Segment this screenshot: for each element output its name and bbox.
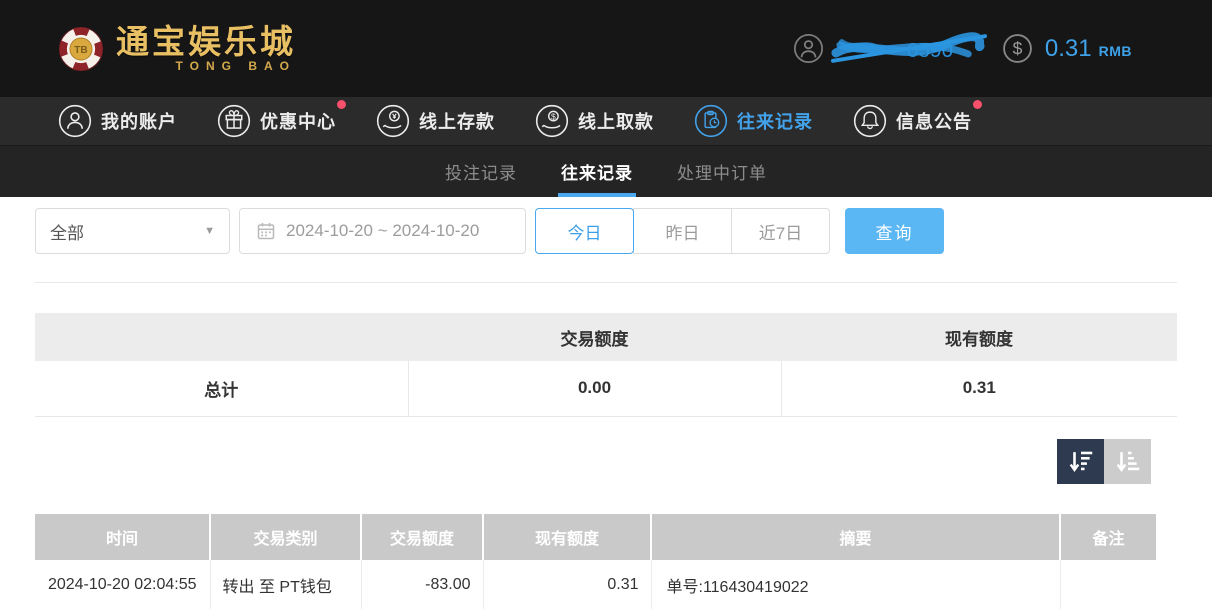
notification-dot bbox=[973, 100, 982, 109]
deposit-icon bbox=[376, 104, 410, 138]
bell-icon bbox=[853, 104, 887, 138]
svg-text:$: $ bbox=[551, 111, 556, 121]
table-row: 2024-10-20 02:04:55 转出 至 PT钱包 -83.00 0.3… bbox=[35, 559, 1156, 609]
balance-amount: 0.31 bbox=[1044, 34, 1092, 62]
records-header-summary: 摘要 bbox=[651, 513, 1061, 560]
balance-display[interactable]: 0.31 RMB bbox=[1045, 35, 1132, 63]
records-table: 时间 交易类别 交易额度 现有额度 摘要 备注 2024-10-20 02:04… bbox=[35, 513, 1156, 609]
record-time: 2024-10-20 02:04:55 bbox=[35, 559, 211, 609]
svg-text:$: $ bbox=[1013, 39, 1023, 59]
quick-date-buttons: 今日 昨日 近7日 bbox=[535, 208, 830, 254]
records-header-row: 时间 交易类别 交易额度 现有额度 摘要 备注 bbox=[35, 513, 1156, 560]
sort-descending-button[interactable] bbox=[1057, 438, 1104, 484]
logo-text: 通宝娱乐城 TONG BAO bbox=[116, 25, 296, 72]
account-area: 0590 $ 0.31 RMB bbox=[793, 30, 1132, 68]
notification-dot bbox=[337, 100, 346, 109]
main-nav: 我的账户 优惠中心 线上存款 $ 线上取款 往来记录 信息公告 bbox=[0, 97, 1212, 146]
records-icon bbox=[694, 104, 728, 138]
balance-currency: RMB bbox=[1098, 42, 1132, 59]
records-header-amount: 交易额度 bbox=[361, 513, 484, 560]
site-subtitle: TONG BAO bbox=[175, 59, 296, 73]
content: 全部 ▼ 2024-10-20 ~ 2024-10-20 今日 昨日 近7日 查… bbox=[0, 197, 1212, 609]
calendar-icon bbox=[257, 223, 275, 240]
sort-controls bbox=[35, 438, 1177, 484]
balance-coin-icon: $ bbox=[1003, 34, 1032, 63]
filter-bar: 全部 ▼ 2024-10-20 ~ 2024-10-20 今日 昨日 近7日 查… bbox=[35, 208, 1177, 254]
summary-header-amount: 交易额度 bbox=[408, 313, 781, 361]
sort-descending-icon bbox=[1069, 451, 1092, 473]
summary-total-amount: 0.00 bbox=[408, 361, 782, 417]
summary-header-row: 交易额度 现有额度 bbox=[35, 313, 1177, 361]
tab-transaction-records[interactable]: 往来记录 bbox=[558, 146, 636, 197]
nav-item-promotions[interactable]: 优惠中心 bbox=[217, 100, 346, 138]
query-button[interactable]: 查询 bbox=[845, 208, 944, 254]
nav-item-announcements[interactable]: 信息公告 bbox=[853, 100, 982, 138]
summary-total-label: 总计 bbox=[35, 361, 409, 417]
nav-item-my-account[interactable]: 我的账户 bbox=[58, 104, 177, 138]
record-remark bbox=[1060, 559, 1156, 609]
nav-item-withdraw[interactable]: $ 线上取款 bbox=[535, 104, 654, 138]
record-summary: 单号:116430419022 bbox=[651, 559, 1061, 609]
summary-total-balance: 0.31 bbox=[781, 361, 1177, 417]
svg-text:TB: TB bbox=[74, 44, 87, 55]
sort-ascending-icon bbox=[1116, 451, 1139, 473]
tab-betting-records[interactable]: 投注记录 bbox=[442, 146, 520, 197]
records-header-balance: 现有额度 bbox=[483, 513, 652, 560]
account-avatar-icon[interactable] bbox=[793, 33, 824, 64]
today-button[interactable]: 今日 bbox=[535, 208, 634, 254]
user-icon bbox=[58, 104, 92, 138]
summary-header-empty bbox=[35, 313, 408, 361]
summary-table: 交易额度 现有额度 总计 0.00 0.31 bbox=[35, 313, 1177, 417]
record-type: 转出 至 PT钱包 bbox=[210, 559, 362, 609]
date-range-value: 2024-10-20 ~ 2024-10-20 bbox=[286, 221, 480, 240]
site-logo[interactable]: TB 通宝娱乐城 TONG BAO bbox=[58, 25, 296, 72]
chevron-down-icon: ▼ bbox=[204, 225, 215, 237]
record-amount: -83.00 bbox=[361, 559, 484, 609]
category-select[interactable]: 全部 ▼ bbox=[35, 208, 230, 254]
nav-item-transaction-records[interactable]: 往来记录 bbox=[694, 104, 813, 138]
date-range-input[interactable]: 2024-10-20 ~ 2024-10-20 bbox=[239, 208, 526, 254]
divider bbox=[35, 282, 1177, 283]
last7days-button[interactable]: 近7日 bbox=[731, 208, 830, 254]
records-header-type: 交易类别 bbox=[210, 513, 362, 560]
topbar: TB 通宝娱乐城 TONG BAO 0590 $ 0.31 RMB bbox=[0, 0, 1212, 97]
casino-chip-icon: TB bbox=[58, 26, 104, 71]
sort-ascending-button[interactable] bbox=[1104, 438, 1151, 484]
nav-item-deposit[interactable]: 线上存款 bbox=[376, 104, 495, 138]
category-select-value: 全部 bbox=[50, 223, 84, 243]
sub-tabbar: 投注记录 往来记录 处理中订单 bbox=[0, 146, 1212, 197]
record-balance: 0.31 bbox=[483, 559, 652, 609]
tab-processing-orders[interactable]: 处理中订单 bbox=[674, 146, 770, 197]
withdraw-icon: $ bbox=[535, 104, 569, 138]
gift-icon bbox=[217, 104, 251, 138]
censored-username-scribble: 0590 bbox=[830, 31, 987, 63]
records-header-time: 时间 bbox=[35, 513, 211, 560]
site-title: 通宝娱乐城 bbox=[116, 23, 296, 60]
yesterday-button[interactable]: 昨日 bbox=[633, 208, 732, 254]
summary-header-balance: 现有额度 bbox=[781, 313, 1177, 361]
records-header-remark: 备注 bbox=[1060, 513, 1156, 560]
summary-total-row: 总计 0.00 0.31 bbox=[35, 361, 1177, 417]
